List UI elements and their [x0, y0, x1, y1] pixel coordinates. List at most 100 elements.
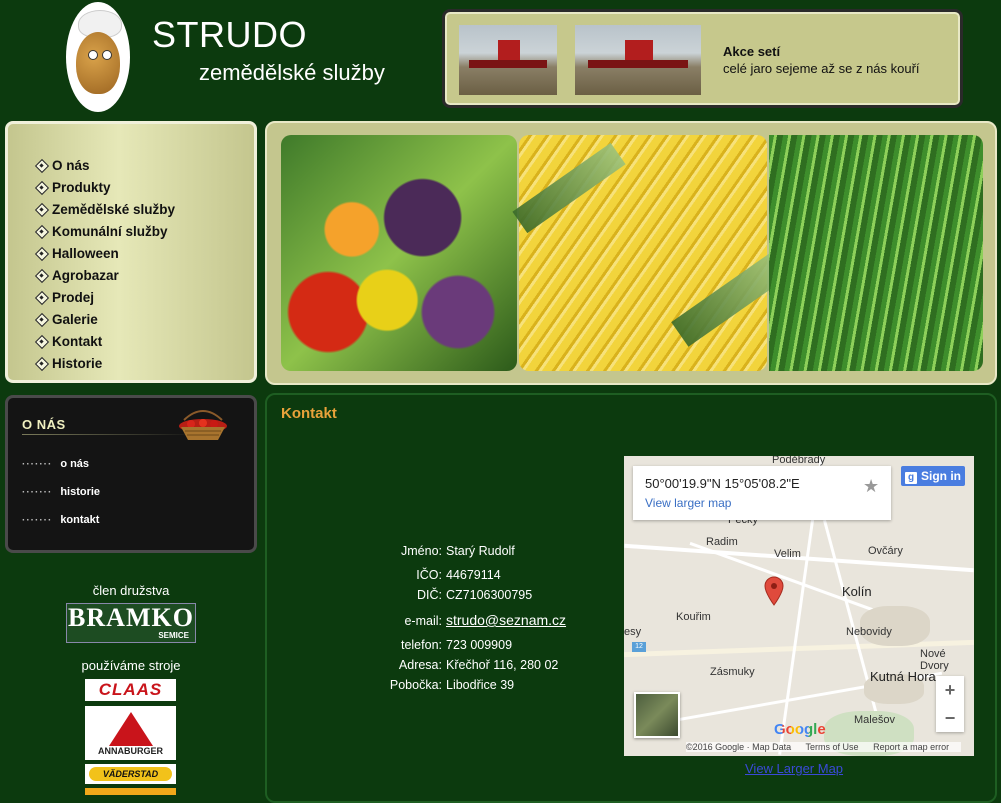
logo[interactable] [66, 2, 130, 112]
promo-text: celé jaro sejeme až se z nás kouří [723, 61, 920, 76]
nav-item-prodej[interactable]: Prodej [36, 286, 175, 308]
nav-item-produkty[interactable]: Produkty [36, 176, 175, 198]
map-town-label: Kouřim [676, 611, 711, 623]
diamond-bullet-icon [36, 248, 47, 259]
field-label-pobocka: Pobočka: [389, 678, 442, 692]
road-badge: 12 [632, 642, 646, 652]
map-town-label: Ovčáry [868, 545, 903, 557]
nav-item-label: O nás [52, 157, 90, 173]
mascot-eye-left [88, 50, 98, 60]
email-link[interactable]: strudo@seznam.cz [446, 612, 566, 628]
map-town-label: Nové Dvory [920, 648, 949, 672]
machines-text: používáme stroje [81, 658, 181, 673]
diamond-bullet-icon [36, 314, 47, 325]
field-value-pobocka: Libodřice 39 [446, 678, 515, 692]
content-title: Kontakt [281, 405, 337, 422]
bramko-logo[interactable]: BRAMKO SEMICE [66, 603, 196, 643]
field-value-adresa: Křečhoř 116, 280 02 [446, 658, 559, 672]
nav-item-galerie[interactable]: Galerie [36, 308, 175, 330]
vegetables-image [281, 135, 517, 371]
view-larger-map-bottom-link[interactable]: View Larger Map [745, 761, 843, 776]
nav-item-label: Agrobazar [52, 267, 119, 283]
diamond-bullet-icon [36, 226, 47, 237]
map-zoom-controls: + − [936, 676, 964, 732]
diamond-bullet-icon [36, 160, 47, 171]
corn-cob-image [512, 135, 787, 371]
google-logo-text: Google [774, 721, 826, 738]
promo-title: Akce setí [723, 44, 781, 59]
site-subtitle: zemědělské služby [199, 60, 385, 85]
map-info-card: 50°00'19.9"N 15°05'08.2"E View larger ma… [633, 466, 891, 520]
nav-item-label: Kontakt [52, 333, 103, 349]
section-link-label: o nás [60, 458, 90, 470]
map-town-label: Velim [774, 548, 801, 560]
diamond-bullet-icon [36, 336, 47, 347]
section-box-title: O NÁS [22, 417, 66, 432]
annaburger-logo-text: ANNABURGER [98, 746, 163, 756]
field-label-jmeno: Jméno: [401, 544, 442, 558]
map-town-label: Radim [706, 536, 738, 548]
nav-item-halloween[interactable]: Halloween [36, 242, 175, 264]
bramko-logo-subtext: SEMICE [158, 631, 189, 640]
vegetable-basket-icon [179, 410, 227, 440]
field-label-dic: DIČ: [417, 588, 442, 602]
field-value-ico: 44679114 [446, 568, 501, 582]
sign-in-label: Sign in [921, 469, 961, 483]
map-town-label: Malešov [854, 714, 895, 726]
nav-item-label: Zemědělské služby [52, 201, 176, 217]
section-box: O NÁS ······· o nás ······· historie ·····… [5, 395, 257, 553]
nav-item-label: Komunální služby [52, 223, 168, 239]
field-value-dic: CZ7106300795 [446, 588, 533, 602]
nav-item-historie[interactable]: Historie [36, 352, 175, 374]
section-link-historie[interactable]: ······· historie [22, 478, 100, 506]
section-box-divider [22, 434, 198, 435]
potato-mascot-icon [76, 32, 120, 94]
star-icon[interactable]: ★ [863, 476, 879, 497]
nav-item-label: Produkty [52, 179, 111, 195]
dots-bullet-icon: ······· [22, 514, 53, 526]
google-map[interactable]: 12 Poděbrady Pecky Radim Velim Ovčáry Ko… [624, 456, 974, 756]
map-coordinates: 50°00'19.9"N 15°05'08.2"E [645, 476, 800, 491]
field-value-telefon: 723 009909 [446, 638, 513, 652]
map-terms-link[interactable]: Terms of Use [806, 742, 859, 752]
diamond-bullet-icon [36, 182, 47, 193]
map-report-link[interactable]: Report a map error [873, 742, 949, 752]
vaderstad-logo[interactable]: VÄDERSTAD [85, 764, 176, 784]
tractor-image-1 [459, 25, 557, 95]
nav-item-kontakt[interactable]: Kontakt [36, 330, 175, 352]
section-link-o-nas[interactable]: ······· o nás [22, 450, 100, 478]
field-label-telefon: telefon: [400, 638, 442, 652]
section-link-kontakt[interactable]: ······· kontakt [22, 506, 100, 534]
map-town-label: Zásmuky [710, 666, 755, 678]
partner-logo-partial[interactable] [85, 788, 176, 795]
view-larger-map-link[interactable]: View larger map [645, 496, 731, 510]
map-pin-icon[interactable] [764, 576, 784, 606]
section-link-label: kontakt [60, 514, 100, 526]
map-town-label: esy [624, 626, 642, 638]
nav-item-zemedelske-sluzby[interactable]: Zemědělské služby [36, 198, 175, 220]
map-attribution: ©2016 Google · Map Data Terms of Use Rep… [686, 742, 962, 752]
banner [265, 121, 997, 385]
diamond-bullet-icon [36, 270, 47, 281]
annaburger-triangle-icon [109, 712, 153, 746]
zoom-out-button[interactable]: − [936, 704, 964, 732]
nav-item-agrobazar[interactable]: Agrobazar [36, 264, 175, 286]
nav-item-label: Prodej [52, 289, 95, 305]
nav-item-komunalni-sluzby[interactable]: Komunální služby [36, 220, 175, 242]
section-link-label: historie [60, 486, 101, 498]
member-text: člen družstva [92, 583, 170, 598]
nav-item-label: Halloween [52, 245, 119, 261]
nav-item-o-nas[interactable]: O nás [36, 154, 175, 176]
zoom-in-button[interactable]: + [936, 676, 964, 704]
map-copyright: ©2016 Google · Map Data [686, 742, 792, 752]
field-value-jmeno: Starý Rudolf [446, 544, 515, 558]
nav-item-label: Historie [52, 355, 103, 371]
claas-logo[interactable]: CLAAS [85, 679, 176, 701]
dots-bullet-icon: ······· [22, 458, 53, 470]
annaburger-logo[interactable]: ANNABURGER [85, 706, 176, 760]
promo-box[interactable]: Akce setí celé jaro sejeme až se z nás k… [442, 9, 963, 108]
map-sign-in-button[interactable]: g Sign in [901, 466, 965, 486]
map-town-label: Nebovidy [846, 626, 892, 638]
satellite-toggle[interactable] [634, 692, 680, 738]
google-g-icon: g [905, 472, 917, 484]
